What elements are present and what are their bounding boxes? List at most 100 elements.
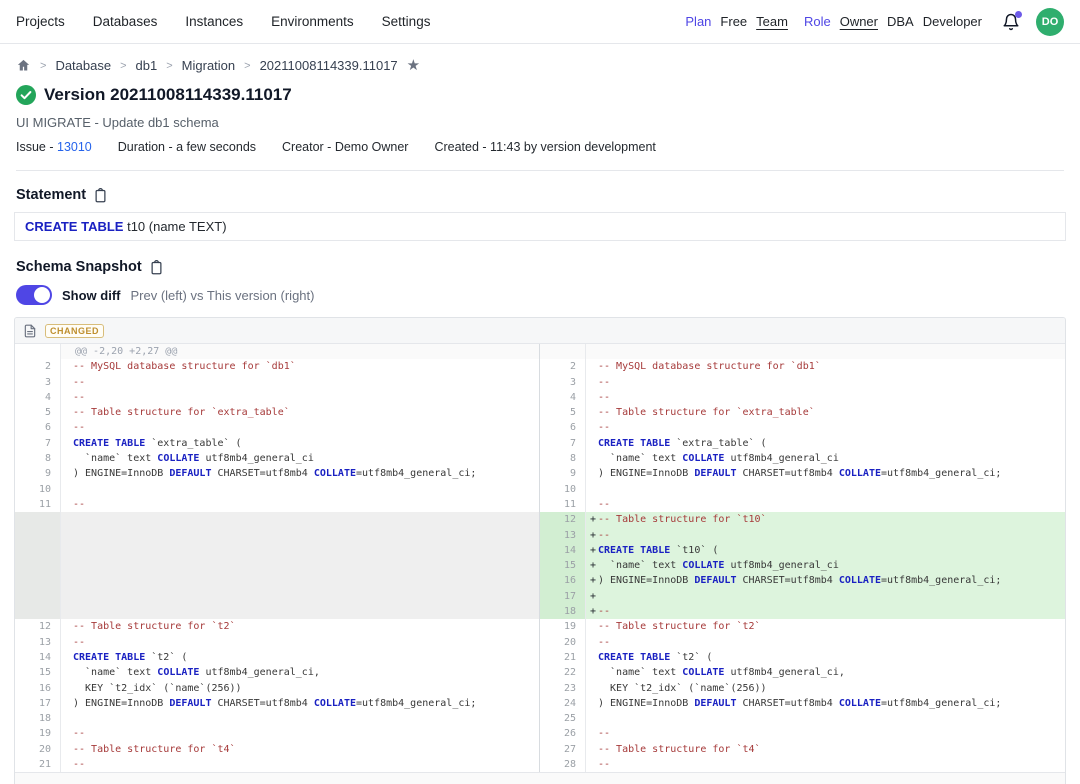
- diff-code-line: [586, 344, 1065, 359]
- diff-code-line: --: [61, 757, 540, 772]
- diff-line-number: 26: [540, 726, 586, 741]
- diff-line-number: 19: [15, 726, 61, 741]
- role-owner[interactable]: Owner: [840, 14, 878, 29]
- diff-code-line: +) ENGINE=InnoDB DEFAULT CHARSET=utf8mb4…: [586, 573, 1065, 588]
- diff-code-line: CREATE TABLE `extra_table` (: [586, 436, 1065, 451]
- meta-creator: Creator - Demo Owner: [282, 140, 408, 154]
- diff-line-number: 14: [15, 650, 61, 665]
- home-icon[interactable]: [16, 58, 31, 73]
- show-diff-toggle[interactable]: [16, 285, 52, 305]
- nav-settings[interactable]: Settings: [382, 14, 431, 29]
- diff-code-line: [61, 573, 540, 588]
- diff-code-line: --: [61, 375, 540, 390]
- plan-team[interactable]: Team: [756, 14, 788, 29]
- diff-line-number: [15, 344, 61, 359]
- diff-line-number: 2: [540, 359, 586, 374]
- show-diff-label: Show diff: [62, 288, 121, 303]
- diff-line-number: [15, 589, 61, 604]
- diff-code-line: +-- Table structure for `t10`: [586, 512, 1065, 527]
- diff-code-line: `name` text COLLATE utf8mb4_general_ci: [61, 451, 540, 466]
- diff-code-line: -- MySQL database structure for `db1`: [586, 359, 1065, 374]
- diff-line-number: 3: [540, 375, 586, 390]
- meta-created: Created - 11:43 by version development: [434, 140, 655, 154]
- diff-line-number: 23: [540, 681, 586, 696]
- breadcrumb-migration[interactable]: Migration: [182, 58, 235, 73]
- role-dba[interactable]: DBA: [887, 14, 914, 29]
- diff-code-line: [61, 528, 540, 543]
- success-check-icon: [16, 85, 36, 105]
- diff-code-line: CREATE TABLE `extra_table` (: [61, 436, 540, 451]
- diff-code-line: -- Table structure for `t4`: [61, 742, 540, 757]
- diff-code-line: -- Table structure for `extra_table`: [61, 405, 540, 420]
- meta-duration: Duration - a few seconds: [118, 140, 256, 154]
- diff-code-line: [61, 604, 540, 619]
- diff-line-number: 3: [15, 375, 61, 390]
- diff-code-line: +CREATE TABLE `t10` (: [586, 543, 1065, 558]
- breadcrumb-version[interactable]: 20211008114339.11017: [260, 58, 398, 73]
- issue-link[interactable]: 13010: [57, 140, 92, 154]
- diff-line-number: 5: [15, 405, 61, 420]
- diff-line-number: [15, 528, 61, 543]
- diff-code-line: +: [586, 589, 1065, 604]
- role-developer[interactable]: Developer: [923, 14, 982, 29]
- diff-line-number: 13: [15, 635, 61, 650]
- diff-line-number: 17: [540, 589, 586, 604]
- page-header: Version 20211008114339.11017 UI MIGRATE …: [0, 85, 1080, 171]
- show-diff-desc: Prev (left) vs This version (right): [131, 288, 315, 303]
- diff-code-line: [61, 512, 540, 527]
- diff-code-line: `name` text COLLATE utf8mb4_general_ci: [586, 451, 1065, 466]
- diff-line-number: 22: [540, 665, 586, 680]
- diff-code-line: [61, 589, 540, 604]
- statement-code: CREATE TABLE t10 (name TEXT): [14, 212, 1066, 241]
- diff-code-line: `name` text COLLATE utf8mb4_general_ci,: [61, 665, 540, 680]
- copy-schema-button[interactable]: [149, 260, 164, 275]
- nav-projects[interactable]: Projects: [16, 14, 65, 29]
- breadcrumb-db1[interactable]: db1: [136, 58, 158, 73]
- nav-environments[interactable]: Environments: [271, 14, 354, 29]
- diff-line-number: 9: [540, 466, 586, 481]
- nav-databases[interactable]: Databases: [93, 14, 158, 29]
- diff-line-number: [15, 558, 61, 573]
- diff-code-line: + `name` text COLLATE utf8mb4_general_ci: [586, 558, 1065, 573]
- diff-grid: @@ -2,20 +2,27 @@2 -- MySQL database str…: [15, 344, 1065, 772]
- breadcrumb-database[interactable]: Database: [55, 58, 111, 73]
- diff-line-number: 20: [540, 635, 586, 650]
- diff-code-line: ) ENGINE=InnoDB DEFAULT CHARSET=utf8mb4 …: [61, 466, 540, 481]
- meta-issue: Issue - 13010: [16, 140, 92, 154]
- plan-label: Plan: [685, 14, 711, 29]
- role-label: Role: [804, 14, 831, 29]
- diff-line-number: 10: [540, 482, 586, 497]
- diff-code-line: -- Table structure for `t2`: [61, 619, 540, 634]
- statement-heading: Statement: [16, 187, 86, 203]
- notifications-button[interactable]: [1002, 13, 1020, 31]
- diff-line-number: 4: [15, 390, 61, 405]
- page-title: Version 20211008114339.11017: [44, 85, 292, 105]
- diff-code-line: --: [61, 635, 540, 650]
- statement-section-head: Statement: [0, 171, 1080, 203]
- diff-line-number: 21: [540, 650, 586, 665]
- diff-code-line: [586, 711, 1065, 726]
- diff-line-number: [15, 604, 61, 619]
- plan-switcher: Plan Free Team: [685, 14, 788, 29]
- copy-statement-button[interactable]: [93, 188, 108, 203]
- diff-line-number: 21: [15, 757, 61, 772]
- meta-row: Issue - 13010 Duration - a few seconds C…: [16, 140, 1064, 154]
- star-icon[interactable]: ★: [407, 58, 420, 73]
- top-nav-right: Plan Free Team Role Owner DBA Developer …: [685, 8, 1064, 36]
- plan-free[interactable]: Free: [720, 14, 747, 29]
- diff-code-line: --: [586, 390, 1065, 405]
- chevron-right-icon: >: [166, 60, 172, 72]
- diff-line-number: 8: [15, 451, 61, 466]
- changed-status-badge: CHANGED: [45, 324, 104, 338]
- avatar[interactable]: DO: [1036, 8, 1064, 36]
- diff-code-line: [61, 711, 540, 726]
- schema-snapshot-heading: Schema Snapshot: [16, 259, 142, 275]
- diff-code-line: [61, 558, 540, 573]
- diff-line-number: 19: [540, 619, 586, 634]
- nav-instances[interactable]: Instances: [185, 14, 243, 29]
- diff-code-line: --: [586, 497, 1065, 512]
- chevron-right-icon: >: [244, 60, 250, 72]
- diff-code-line: -- Table structure for `t4`: [586, 742, 1065, 757]
- diff-code-line: [61, 482, 540, 497]
- diff-code-line: KEY `t2_idx` (`name`(256)): [586, 681, 1065, 696]
